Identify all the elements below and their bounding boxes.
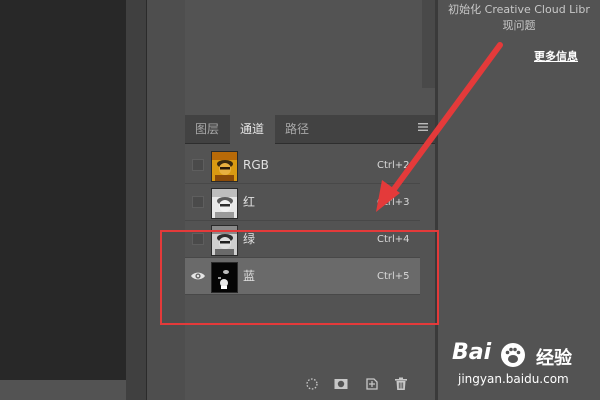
- channel-row-rgb[interactable]: RGB Ctrl+2: [185, 147, 420, 184]
- save-selection-icon[interactable]: [332, 375, 350, 393]
- more-info-link[interactable]: 更多信息: [534, 48, 578, 64]
- error-line-1: 初始化 Creative Cloud Libr: [448, 3, 590, 16]
- channel-name: RGB: [243, 158, 269, 172]
- tab-layers[interactable]: 图层: [185, 115, 229, 143]
- annotation-highlight-box: [160, 230, 439, 325]
- watermark-logo-2: 经验: [536, 348, 572, 369]
- upper-panel: [185, 0, 435, 115]
- channel-shortcut: Ctrl+2: [377, 160, 410, 171]
- watermark-url: jingyan.baidu.com: [458, 372, 569, 386]
- upper-panel-scrollbar[interactable]: [422, 0, 435, 88]
- panel-menu-icon[interactable]: [417, 121, 429, 133]
- watermark-logo: Bai: [452, 340, 492, 365]
- panel-bottom-bar: [185, 369, 435, 400]
- new-channel-icon[interactable]: [363, 375, 381, 393]
- channel-name: 红: [243, 195, 256, 209]
- collapsed-panel-column: [147, 0, 185, 400]
- channel-shortcut: Ctrl+3: [377, 197, 410, 208]
- libraries-error-message: 初始化 Creative Cloud Libr 现问题: [438, 2, 600, 34]
- paw-icon: [501, 343, 525, 367]
- baidu-jingyan-watermark: Bai 经验 jingyan.baidu.com: [452, 340, 592, 396]
- canvas-area: [0, 0, 126, 380]
- channel-row-red[interactable]: 红 Ctrl+3: [185, 184, 420, 221]
- load-selection-icon[interactable]: [303, 375, 321, 393]
- visibility-toggle[interactable]: [192, 159, 204, 171]
- tab-paths[interactable]: 路径: [275, 115, 319, 143]
- error-line-2: 现问题: [502, 19, 536, 32]
- canvas-scroll-gap: [126, 0, 146, 400]
- panel-tab-bar: 图层 通道 路径: [185, 115, 435, 144]
- visibility-toggle[interactable]: [192, 196, 204, 208]
- rgb-thumbnail: [211, 151, 238, 182]
- red-channel-thumbnail: [211, 188, 238, 219]
- delete-icon[interactable]: [392, 375, 410, 393]
- tab-channels[interactable]: 通道: [230, 115, 275, 144]
